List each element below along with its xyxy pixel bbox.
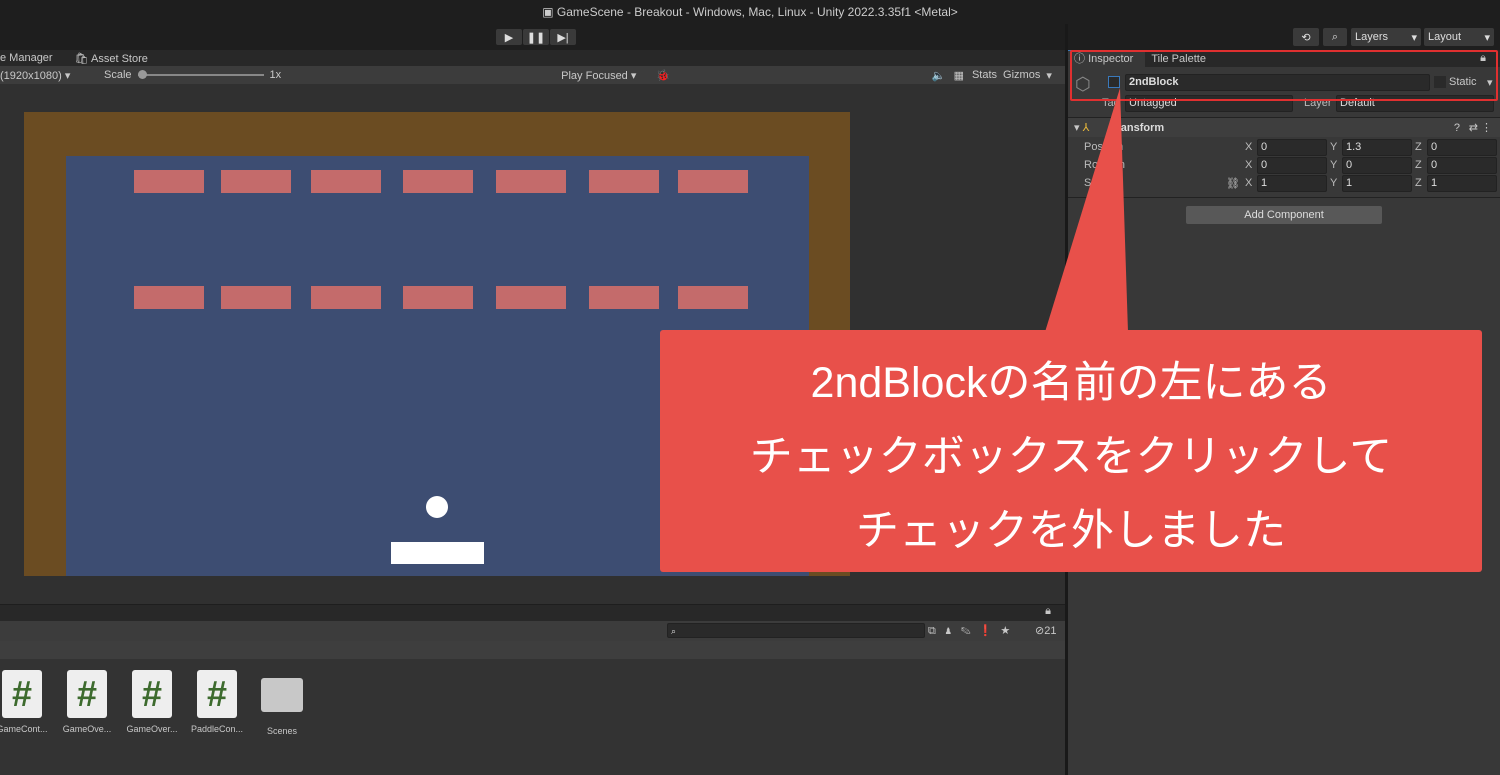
callout-box: 2ndBlockの名前の左にある チェックボックスをクリックして チェックを外し… — [660, 330, 1482, 572]
callout-line: チェックボックスをクリックして — [749, 433, 1393, 481]
callout-line: チェックを外しました — [856, 507, 1286, 555]
callout-line: 2ndBlockの名前の左にある — [810, 359, 1332, 407]
